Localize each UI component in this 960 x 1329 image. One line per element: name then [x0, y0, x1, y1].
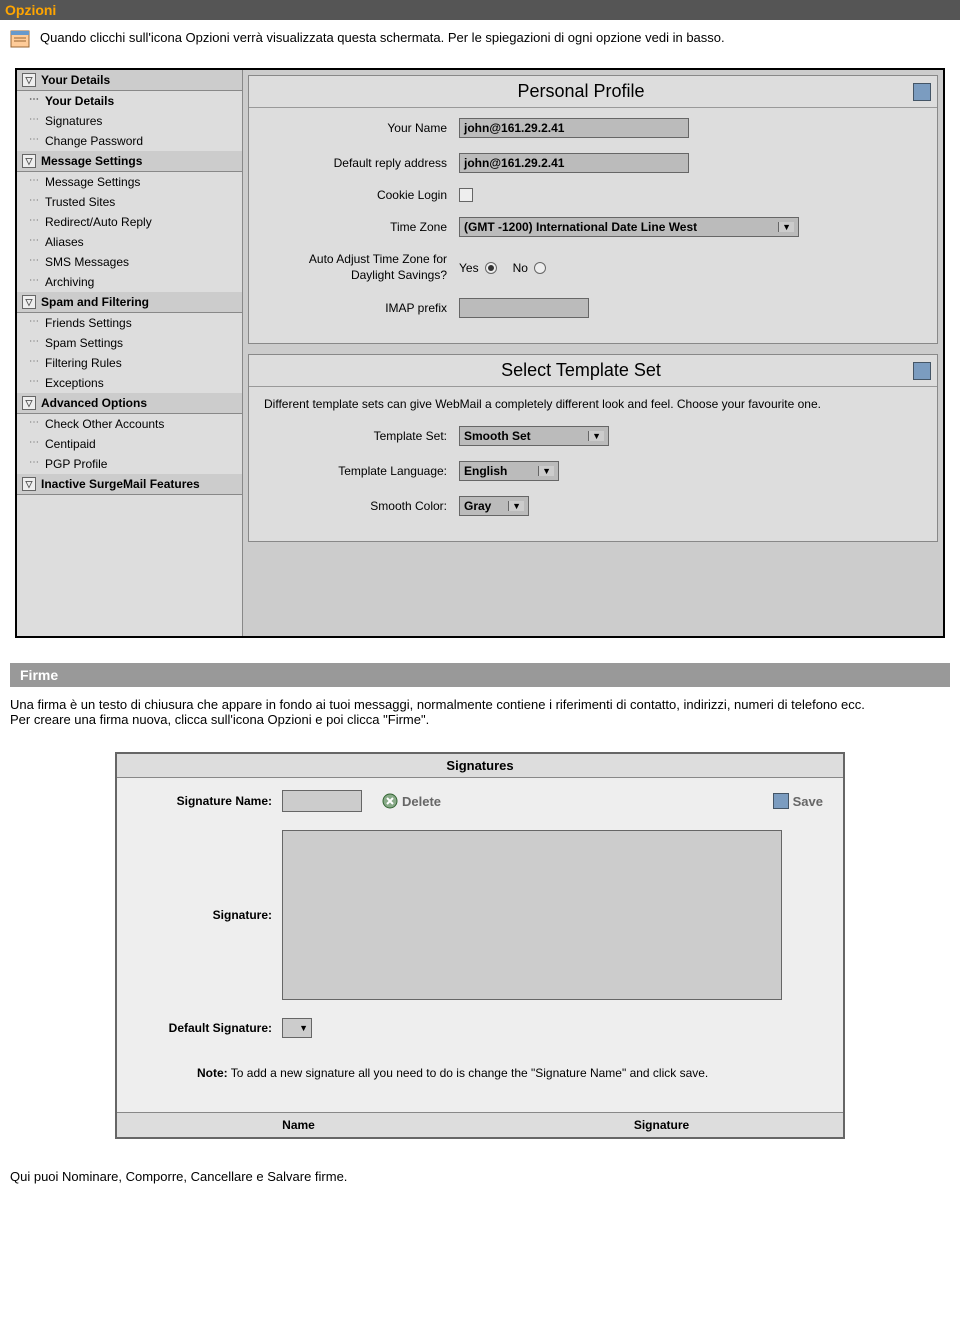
sidebar-item-centipaid[interactable]: Centipaid: [17, 434, 242, 454]
delete-button[interactable]: Delete: [382, 793, 441, 809]
save-icon: [773, 793, 789, 809]
label-signature: Signature:: [137, 908, 282, 922]
personal-profile-panel: Personal Profile Your Name john@161.29.2…: [248, 75, 938, 344]
input-reply-address[interactable]: john@161.29.2.41: [459, 153, 689, 173]
sidebar-item-spam-settings[interactable]: Spam Settings: [17, 333, 242, 353]
label-signature-name: Signature Name:: [137, 794, 282, 808]
select-template-set[interactable]: Smooth Set▼: [459, 426, 609, 446]
label-your-name: Your Name: [264, 121, 459, 135]
signatures-title: Signatures: [117, 754, 843, 778]
signatures-note: Note: To add a new signature all you nee…: [137, 1056, 823, 1100]
collapse-arrow-icon: ▽: [22, 396, 36, 410]
label-template-set: Template Set:: [264, 429, 459, 443]
options-icon: [10, 30, 30, 48]
input-your-name[interactable]: john@161.29.2.41: [459, 118, 689, 138]
label-reply-address: Default reply address: [264, 156, 459, 170]
sidebar-item-pgp-profile[interactable]: PGP Profile: [17, 454, 242, 474]
main-panel: Personal Profile Your Name john@161.29.2…: [243, 70, 943, 636]
label-smooth-color: Smooth Color:: [264, 499, 459, 513]
sidebar-item-aliases[interactable]: Aliases: [17, 232, 242, 252]
sidebar-section-spam-filtering[interactable]: ▽Spam and Filtering: [17, 292, 242, 313]
sidebar-item-check-other-accounts[interactable]: Check Other Accounts: [17, 414, 242, 434]
sidebar-item-signatures[interactable]: Signatures: [17, 111, 242, 131]
input-imap-prefix[interactable]: [459, 298, 589, 318]
panel-title: Select Template Set: [249, 355, 913, 386]
bottom-text: Qui puoi Nominare, Comporre, Cancellare …: [0, 1154, 960, 1199]
sidebar-item-archiving[interactable]: Archiving: [17, 272, 242, 292]
sidebar-item-filtering-rules[interactable]: Filtering Rules: [17, 353, 242, 373]
th-signature: Signature: [480, 1113, 843, 1137]
delete-icon: [382, 793, 398, 809]
collapse-arrow-icon: ▽: [22, 154, 36, 168]
sidebar-section-message-settings[interactable]: ▽Message Settings: [17, 151, 242, 172]
section-title-opzioni: Opzioni: [0, 0, 960, 20]
chevron-down-icon: ▼: [778, 222, 794, 232]
collapse-arrow-icon: ▽: [22, 295, 36, 309]
template-desc: Different template sets can give WebMail…: [264, 397, 922, 411]
options-window: ▽Your Details Your Details Signatures Ch…: [15, 68, 945, 638]
select-default-signature[interactable]: ▼: [282, 1018, 312, 1038]
collapse-arrow-icon: ▽: [22, 477, 36, 491]
sidebar-item-friends-settings[interactable]: Friends Settings: [17, 313, 242, 333]
sidebar-item-change-password[interactable]: Change Password: [17, 131, 242, 151]
panel-title: Personal Profile: [249, 76, 913, 107]
th-name: Name: [117, 1113, 480, 1137]
sidebar-section-inactive[interactable]: ▽Inactive SurgeMail Features: [17, 474, 242, 495]
checkbox-cookie-login[interactable]: [459, 188, 473, 202]
label-imap-prefix: IMAP prefix: [264, 301, 459, 315]
sidebar-item-your-details[interactable]: Your Details: [17, 91, 242, 111]
sidebar-item-sms-messages[interactable]: SMS Messages: [17, 252, 242, 272]
sidebar: ▽Your Details Your Details Signatures Ch…: [17, 70, 243, 636]
label-template-language: Template Language:: [264, 464, 459, 478]
save-button[interactable]: Save: [773, 793, 823, 809]
label-default-signature: Default Signature:: [137, 1021, 282, 1035]
save-icon[interactable]: [913, 83, 931, 101]
select-template-language[interactable]: English▼: [459, 461, 559, 481]
chevron-down-icon: ▼: [508, 501, 524, 511]
template-set-panel: Select Template Set Different template s…: [248, 354, 938, 542]
firme-description: Una firma è un testo di chiusura che app…: [0, 687, 960, 737]
sidebar-section-advanced[interactable]: ▽Advanced Options: [17, 393, 242, 414]
label-dst: Auto Adjust Time Zone for Daylight Savin…: [264, 252, 459, 283]
collapse-arrow-icon: ▽: [22, 73, 36, 87]
chevron-down-icon: ▼: [538, 466, 554, 476]
label-time-zone: Time Zone: [264, 220, 459, 234]
sidebar-item-message-settings[interactable]: Message Settings: [17, 172, 242, 192]
sidebar-item-exceptions[interactable]: Exceptions: [17, 373, 242, 393]
sidebar-item-redirect-auto-reply[interactable]: Redirect/Auto Reply: [17, 212, 242, 232]
textarea-signature[interactable]: [282, 830, 782, 1000]
select-time-zone[interactable]: (GMT -1200) International Date Line West…: [459, 217, 799, 237]
signatures-panel: Signatures Signature Name: Delete Save S…: [115, 752, 845, 1139]
radio-dst-no[interactable]: [534, 262, 546, 274]
signatures-table-header: Name Signature: [117, 1112, 843, 1137]
radio-dst-yes[interactable]: [485, 262, 497, 274]
sidebar-section-your-details[interactable]: ▽Your Details: [17, 70, 242, 91]
input-signature-name[interactable]: [282, 790, 362, 812]
chevron-down-icon: ▼: [296, 1023, 311, 1033]
save-icon[interactable]: [913, 362, 931, 380]
section-title-firme: Firme: [10, 663, 950, 687]
intro-text: Quando clicchi sull'icona Opzioni verrà …: [40, 30, 960, 48]
chevron-down-icon: ▼: [588, 431, 604, 441]
label-cookie-login: Cookie Login: [264, 188, 459, 202]
select-smooth-color[interactable]: Gray▼: [459, 496, 529, 516]
sidebar-item-trusted-sites[interactable]: Trusted Sites: [17, 192, 242, 212]
